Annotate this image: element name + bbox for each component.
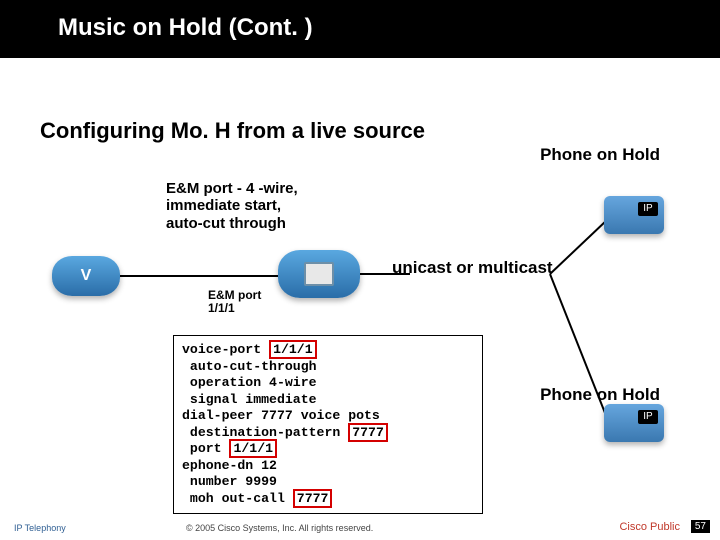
phone-on-hold-label-top: Phone on Hold bbox=[540, 145, 660, 165]
cfg-l6a: destination-pattern bbox=[182, 425, 348, 440]
cfg-l5: dial-peer 7777 voice pots bbox=[182, 408, 474, 425]
cfg-l3: operation 4-wire bbox=[182, 375, 474, 392]
em-port-caption: E&M port - 4 -wire, immediate start, aut… bbox=[166, 180, 298, 232]
cfg-l8: ephone-dn 12 bbox=[182, 458, 474, 475]
gateway-router-icon bbox=[278, 250, 360, 298]
em-port-caption-line3: auto-cut through bbox=[166, 215, 298, 232]
corner-decoration bbox=[630, 0, 720, 58]
em-port-caption-line2: immediate start, bbox=[166, 197, 298, 214]
ip-phone-icon-bottom bbox=[604, 404, 664, 442]
cfg-l1a: voice-port bbox=[182, 342, 269, 357]
cfg-l7b-highlight: 1/1/1 bbox=[229, 439, 277, 458]
em-port-caption-line1: E&M port - 4 -wire, bbox=[166, 180, 298, 197]
cfg-l4: signal immediate bbox=[182, 392, 474, 409]
em-port-small-label: E&M port 1/1/1 bbox=[208, 289, 261, 315]
footer-classification: Cisco Public bbox=[619, 521, 680, 533]
footer-topic: IP Telephony bbox=[14, 523, 66, 533]
cfg-l2: auto-cut-through bbox=[182, 359, 474, 376]
em-port-small-l2: 1/1/1 bbox=[208, 302, 261, 315]
unicast-multicast-label: unicast or multicast bbox=[392, 258, 553, 278]
cfg-l10a: moh out-call bbox=[182, 491, 293, 506]
cfg-l7a: port bbox=[182, 441, 229, 456]
footer-copyright: © 2005 Cisco Systems, Inc. All rights re… bbox=[186, 523, 373, 533]
config-code-block: voice-port 1/1/1 auto-cut-through operat… bbox=[173, 335, 483, 514]
cfg-l1b-highlight: 1/1/1 bbox=[269, 340, 317, 359]
cfg-l6b-highlight: 7777 bbox=[348, 423, 388, 442]
slide-subtitle: Configuring Mo. H from a live source bbox=[40, 118, 425, 144]
ip-phone-icon-top bbox=[604, 196, 664, 234]
voice-router-icon bbox=[52, 256, 120, 296]
page-number: 57 bbox=[691, 520, 710, 533]
cfg-l10b-highlight: 7777 bbox=[293, 489, 333, 508]
phone-on-hold-label-bottom: Phone on Hold bbox=[540, 385, 660, 405]
slide-title: Music on Hold (Cont. ) bbox=[58, 14, 313, 42]
